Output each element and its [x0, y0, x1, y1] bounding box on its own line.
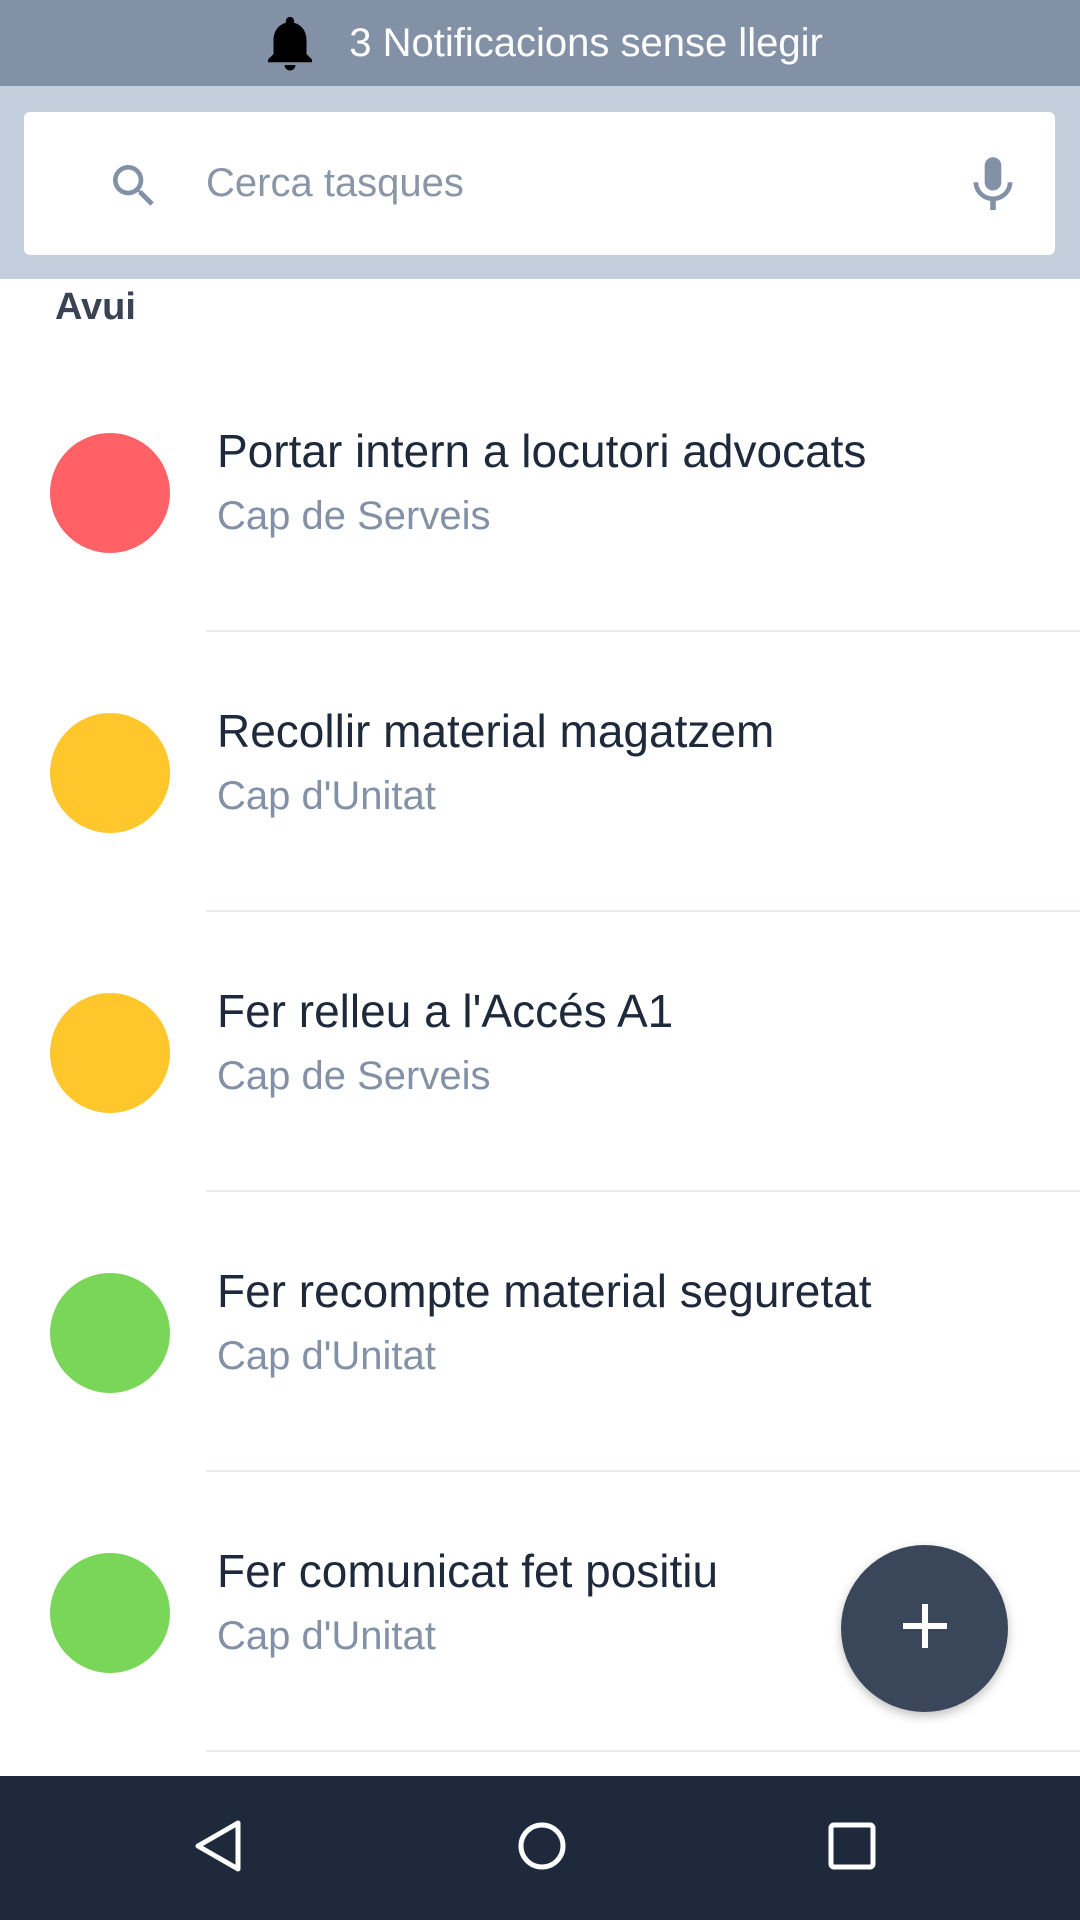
divider: [206, 1750, 1080, 1752]
recents-icon: [827, 1821, 877, 1876]
plus-icon: [901, 1602, 949, 1655]
search-input[interactable]: [206, 140, 926, 226]
microphone-icon[interactable]: [968, 152, 1018, 218]
priority-indicator: [50, 1553, 170, 1673]
priority-indicator: [50, 993, 170, 1113]
bell-icon: [257, 10, 323, 76]
back-button[interactable]: [168, 1798, 268, 1898]
notification-text: 3 Notificacions sense llegir: [349, 20, 823, 65]
system-nav-bar: [0, 1776, 1080, 1920]
task-item[interactable]: Fer relleu a l'Accés A1 Cap de Serveis: [0, 912, 1080, 1192]
priority-indicator: [50, 433, 170, 553]
search-box[interactable]: [24, 112, 1055, 255]
task-title: Fer recompte material seguretat: [217, 1265, 872, 1317]
task-assignee: Cap de Serveis: [217, 1054, 491, 1098]
task-assignee: Cap de Serveis: [217, 494, 491, 538]
home-button[interactable]: [492, 1798, 592, 1898]
section-title: Avui: [55, 286, 136, 328]
task-title: Fer relleu a l'Accés A1: [217, 985, 674, 1037]
back-icon: [190, 1818, 246, 1879]
add-task-button[interactable]: [841, 1545, 1008, 1712]
priority-indicator: [50, 1273, 170, 1393]
task-title: Fer comunicat fet positiu: [217, 1545, 719, 1597]
task-item[interactable]: Fer recompte material seguretat Cap d'Un…: [0, 1192, 1080, 1472]
task-title: Portar intern a locutori advocats: [217, 425, 867, 477]
task-assignee: Cap d'Unitat: [217, 1334, 436, 1378]
task-list-screen: 3 Notificacions sense llegir Avui Portar…: [0, 0, 1080, 1920]
home-icon: [516, 1820, 568, 1877]
search-icon[interactable]: [106, 158, 162, 214]
task-list: Portar intern a locutori advocats Cap de…: [0, 352, 1080, 1752]
notification-banner[interactable]: 3 Notificacions sense llegir: [0, 0, 1080, 86]
priority-indicator: [50, 713, 170, 833]
search-area: [0, 86, 1080, 279]
task-item[interactable]: Recollir material magatzem Cap d'Unitat: [0, 632, 1080, 912]
task-title: Recollir material magatzem: [217, 705, 775, 757]
task-assignee: Cap d'Unitat: [217, 774, 436, 818]
recents-button[interactable]: [802, 1798, 902, 1898]
task-item[interactable]: Portar intern a locutori advocats Cap de…: [0, 352, 1080, 632]
task-assignee: Cap d'Unitat: [217, 1614, 436, 1658]
